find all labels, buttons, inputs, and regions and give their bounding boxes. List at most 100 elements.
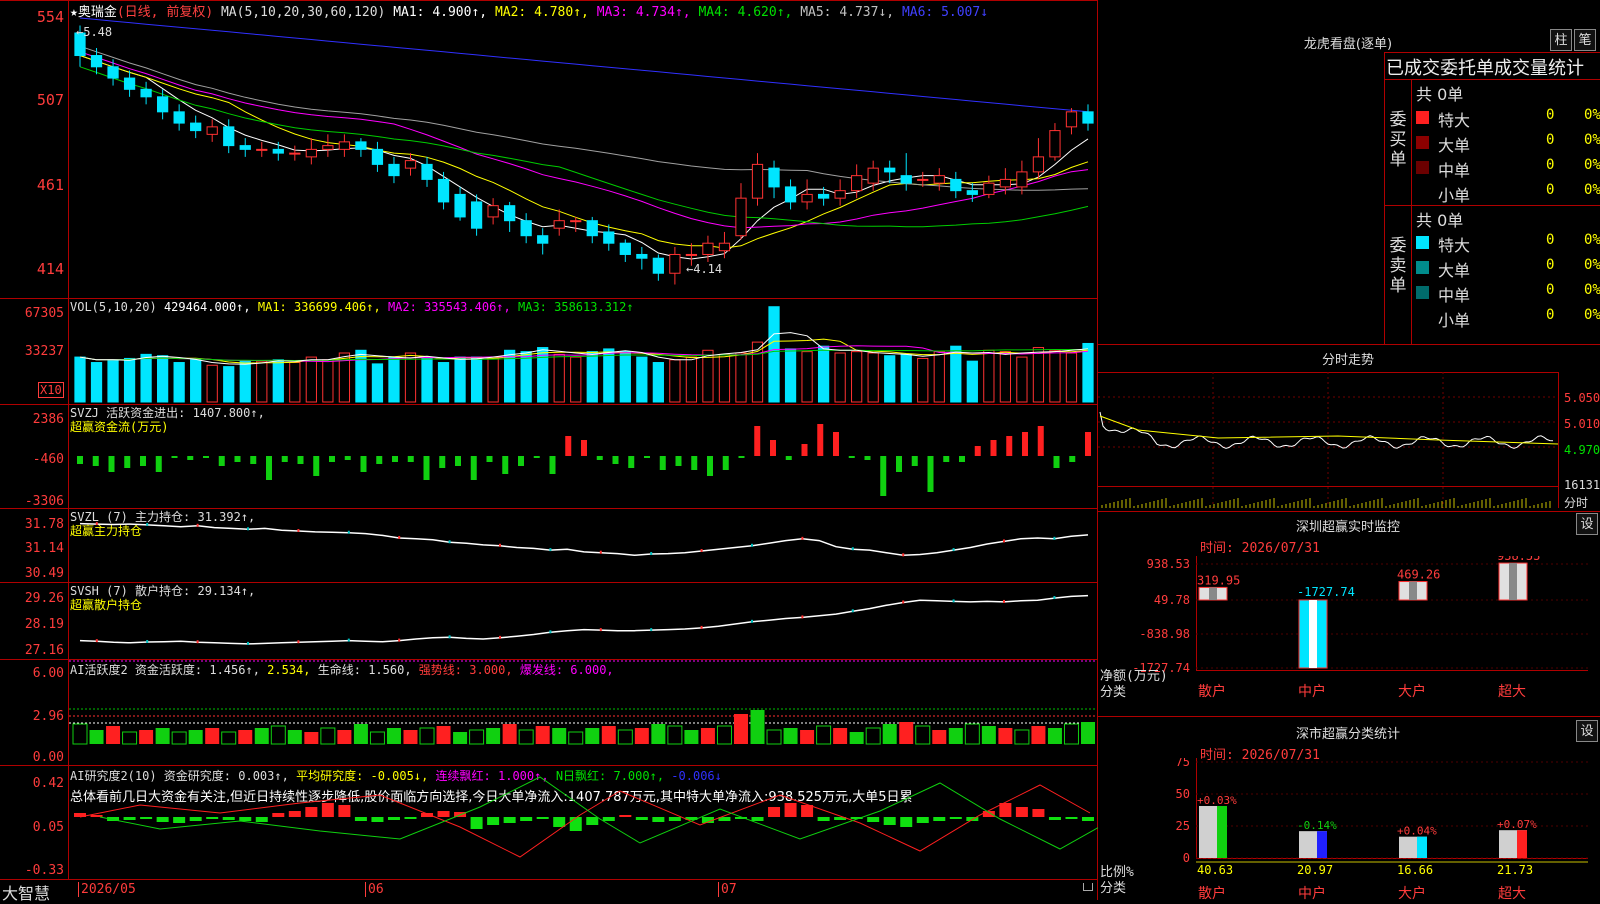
main-holding-chart[interactable]: [0, 508, 1098, 582]
research-bar: [768, 807, 781, 817]
capital-flow-chart[interactable]: [0, 404, 1098, 508]
flow-bar: [344, 456, 351, 460]
research-green-line: [99, 776, 1098, 850]
flow-bar: [785, 456, 792, 460]
sz-monitor-chart[interactable]: 938.5349.78-838.98-1727.74319.95散户-1727.…: [1098, 556, 1600, 716]
candle-body: [421, 163, 433, 180]
candle-body: [718, 242, 731, 252]
flow-bar: [234, 456, 241, 462]
activity-bar: [304, 732, 319, 744]
candle-body: [702, 242, 714, 255]
candle-body: [751, 163, 764, 199]
chart-area[interactable]: ★奥瑞金(日线, 前复权) MA(5,10,20,30,60,120) MA1:…: [0, 0, 1098, 903]
flow-bar: [848, 456, 855, 458]
volume-bar: [603, 348, 615, 403]
ai-research-chart[interactable]: [0, 765, 1098, 879]
activity-bar: [369, 731, 385, 745]
activity-bar: [750, 710, 765, 744]
sz-monitor-ylabel: 净额(万元): [1100, 669, 1168, 684]
flow-bar: [864, 456, 871, 460]
sz-class-bar-accent: [1517, 830, 1527, 858]
retail-holding-chart[interactable]: [0, 582, 1098, 659]
activity-bar: [502, 724, 517, 744]
intraday-tick: 5.050: [1564, 391, 1600, 405]
flow-bar: [392, 456, 398, 462]
volume-bar: [735, 352, 747, 403]
sz-monitor-category: 超大: [1498, 684, 1526, 700]
volume-bar: [371, 363, 384, 403]
sz-monitor-tick: -838.98: [1139, 627, 1190, 641]
sz-class-chart[interactable]: 75 50 25 0 +0.03% 40.63 散户 -0.14% 20.97 中户 +0.04% 1…: [1098, 758, 1600, 900]
flow-bar: [738, 456, 745, 458]
flow-bar: [707, 456, 713, 476]
sz-class-category: 散户: [1198, 885, 1226, 900]
candle-body: [305, 148, 317, 158]
right-panel: 龙虎看盘(逐单) 柱 笔 已成交委托单成交量统计 委买单 共 0单 特大 0 0% …: [1098, 0, 1600, 900]
ai-activity-chart[interactable]: [0, 659, 1098, 765]
activity-bar: [320, 727, 336, 745]
sz-monitor-tick: 49.78: [1154, 593, 1190, 607]
activity-bar: [486, 728, 501, 744]
candle-body: [256, 148, 268, 151]
longhu-tabs[interactable]: 已成交委托单成交量统计: [1386, 54, 1600, 80]
volume-bar: [817, 345, 830, 403]
activity-bar: [617, 729, 633, 745]
flow-bar: [801, 444, 808, 456]
bar-mode-button[interactable]: 柱: [1550, 29, 1572, 51]
flow-bar: [124, 456, 131, 468]
tick-mark: [347, 530, 350, 534]
volume-bar: [107, 359, 119, 403]
candle-body: [553, 220, 565, 229]
flow-bar: [943, 456, 950, 462]
activity-bar: [552, 728, 567, 744]
tick-mark: [851, 609, 854, 613]
candlestick-chart[interactable]: [0, 0, 1098, 298]
activity-bar: [122, 731, 138, 745]
activity-bar: [932, 730, 947, 744]
ma5-line: [79, 45, 1089, 191]
volume-bar: [256, 360, 268, 403]
flow-bar: [628, 456, 635, 468]
flow-bar: [455, 456, 461, 466]
flow-bar: [518, 456, 524, 466]
ma6-line: [79, 17, 1089, 113]
brand-label[interactable]: 大智慧: [2, 880, 50, 904]
candle-body: [586, 220, 598, 237]
flow-bar: [722, 456, 729, 470]
research-bar: [288, 811, 301, 817]
sz-monitor-settings-button[interactable]: 设: [1576, 513, 1598, 535]
ma4-line: [79, 66, 1089, 228]
sz-class-value: 21.73: [1497, 863, 1533, 877]
sz-class-settings-button[interactable]: 设: [1576, 720, 1598, 742]
flow-bar: [250, 456, 257, 464]
candle-body: [801, 193, 813, 203]
lock-icon[interactable]: [1083, 883, 1093, 891]
volume-bar: [652, 362, 664, 403]
volume-chart[interactable]: [0, 298, 1098, 404]
flow-bar: [313, 456, 320, 476]
research-bar: [437, 811, 450, 817]
research-bar: [354, 817, 367, 821]
tick-mark: [499, 543, 501, 547]
volume-bar: [900, 353, 912, 403]
volume-bar: [239, 360, 251, 403]
candle-body: [966, 190, 978, 195]
low-annotation: ←4.14: [686, 262, 723, 276]
research-bar: [536, 817, 549, 819]
candle-body: [603, 231, 615, 244]
intraday-chart[interactable]: [1098, 372, 1600, 510]
activity-bar: [601, 726, 616, 744]
volume-bar: [1065, 352, 1078, 403]
high-annotation: ←5.48: [76, 25, 113, 39]
volume-bar: [487, 356, 499, 403]
candle-body: [1016, 171, 1028, 188]
research-bar: [668, 817, 681, 821]
candle-body: [123, 77, 136, 90]
flow-bar: [911, 456, 918, 466]
volume-bar: [437, 362, 450, 403]
activity-bar: [865, 727, 881, 745]
activity-bar: [766, 729, 782, 745]
flow-bar: [565, 436, 572, 456]
tick-mode-button[interactable]: 笔: [1574, 29, 1596, 51]
tick-mark: [650, 628, 653, 632]
